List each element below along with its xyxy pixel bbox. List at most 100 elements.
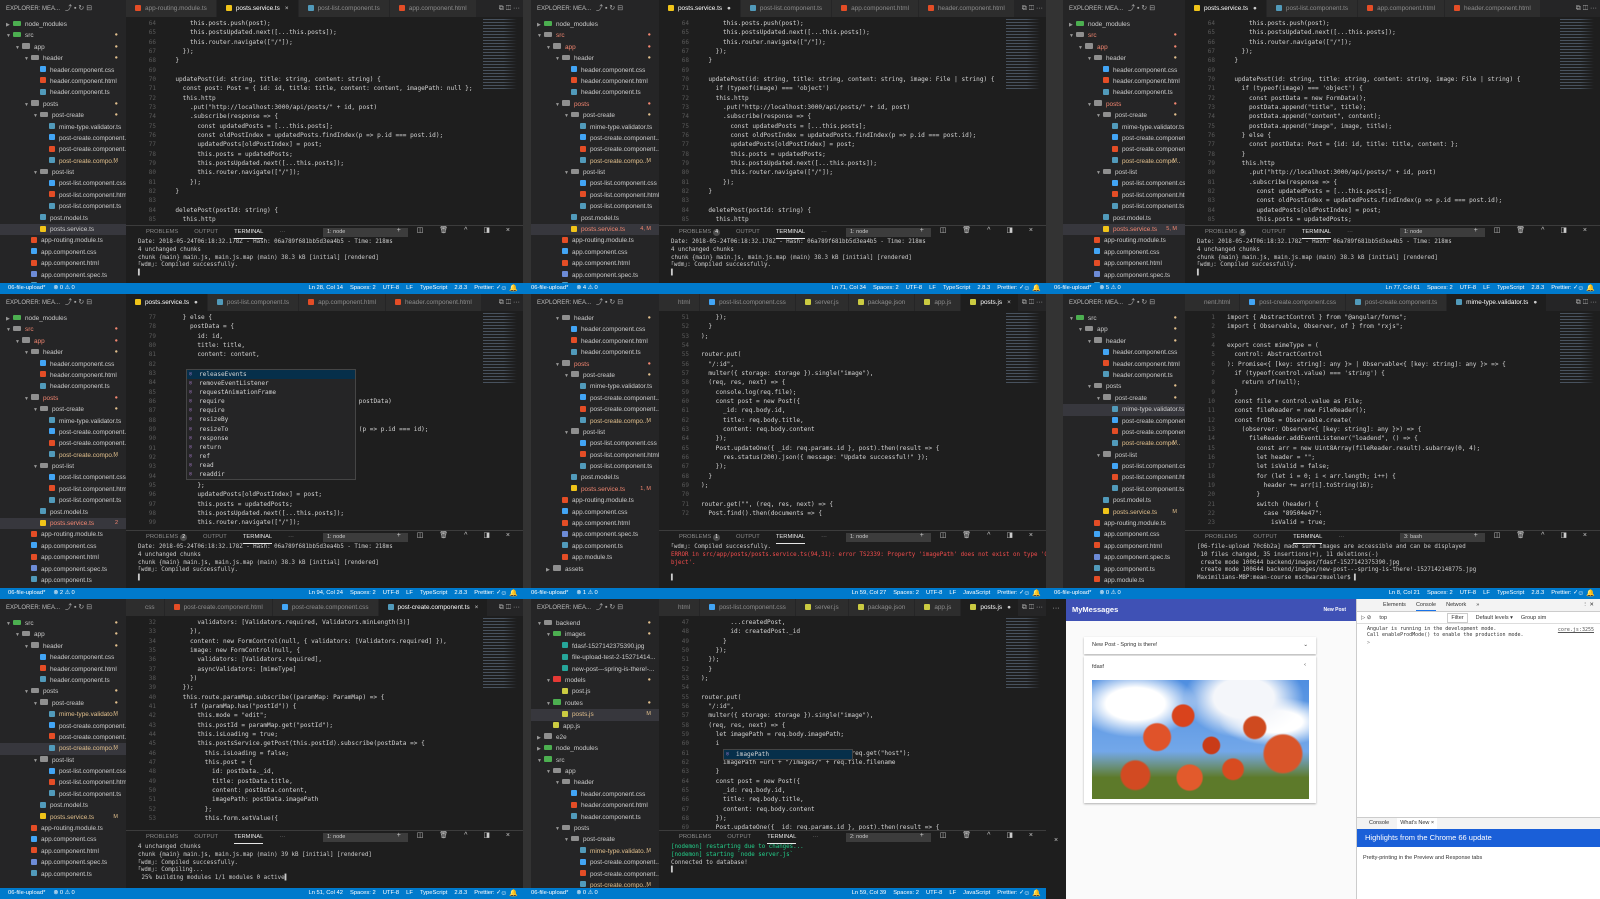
chevron-icon[interactable]: ▼ [1078,325,1085,335]
tree-file[interactable]: post-list.component.css [0,766,126,777]
tab-app-routing-module-ts[interactable]: app-routing.module.ts [126,0,217,17]
post-expansion-panel[interactable]: New Post - Spring is there! ⌄ [1084,637,1316,654]
code-line[interactable]: router.get("", (req, res, next) => { [701,500,833,509]
panel-tab-terminal[interactable]: TERMINAL [1293,531,1323,544]
tree-file[interactable]: post-list.component.html [1063,190,1185,201]
tab-elements[interactable]: Elements [1383,599,1406,611]
tree-folder[interactable]: ▼ header ● [531,53,659,64]
minimap[interactable] [1560,19,1594,89]
code-line[interactable]: .put("http://localhost:3000/api/posts/" … [701,103,910,112]
code-line[interactable]: }); [701,434,727,443]
code-line[interactable]: }); [701,47,727,56]
chevron-icon[interactable]: ▼ [564,111,571,121]
code-line[interactable]: updatePost(id: string, title: string, co… [701,75,994,84]
feedback-icon[interactable]: ☺ 🔔 [1023,588,1041,599]
code-line[interactable]: this.post = { [168,758,253,767]
chevron-icon[interactable]: ▼ [555,314,562,324]
terminal-select[interactable]: 1: node [846,228,931,237]
code-line[interactable]: asyncValidators: [mimeType] [168,665,296,674]
problems-indicator[interactable]: ⊗ 1 ⚠ 0 [576,590,597,596]
code-line[interactable]: } [168,56,179,65]
status-item[interactable]: Prettier: ✓ [474,890,501,896]
code-line[interactable]: _id: req.body.id, [701,786,785,795]
tab-post-list-component-css[interactable]: post-list.component.css [700,599,796,616]
minimap[interactable] [1006,19,1040,89]
status-item[interactable]: 2.8.3 [1531,590,1544,596]
tree-file[interactable]: posts.service.ts 1, M [531,484,659,495]
tree-file[interactable]: post.model.ts [1063,213,1185,224]
code-line[interactable]: ); [701,481,708,490]
code-line[interactable]: this.postsUpdated.next([...this.posts]); [168,159,344,168]
tree-folder[interactable]: ▼ posts ● [0,686,126,697]
tree-folder[interactable]: ▼ images ● [531,629,659,640]
tree-file[interactable]: mime-type.validator.ts [1063,404,1185,416]
suggestion-item[interactable]: require [187,406,355,415]
autocomplete-popup[interactable]: releaseEventsremoveEventListenerrequestA… [186,368,356,481]
panel-tab-problems[interactable]: PROBLEMS [146,831,178,844]
tree-file[interactable]: post-list.component.ts [531,201,659,212]
tab-css[interactable]: css [126,599,165,616]
status-item[interactable]: TypeScript [1497,590,1524,596]
code-line[interactable]: }); [168,178,201,187]
panel-tab-problems[interactable]: PROBLEMS [679,831,711,844]
tab-header-component-html[interactable]: header.component.html [919,0,1015,17]
panel-tab-more[interactable]: ··· [1347,226,1353,239]
suggestion-item[interactable]: requestAnimationFrame [187,388,355,397]
tree-file[interactable]: app.component.spec.ts [0,857,126,868]
panel-tab-terminal[interactable]: TERMINAL [1301,226,1332,239]
tree-file[interactable]: header.component.html [0,664,126,675]
code-line[interactable]: postData.append("content", content); [1227,112,1381,121]
code-line[interactable]: this.router.navigate(["/"]); [1227,38,1352,47]
chevron-icon[interactable]: ▼ [33,405,40,415]
tab-app-component-html[interactable]: app.component.html [299,294,386,311]
code-line[interactable]: } [701,187,712,196]
chevron-icon[interactable]: ▼ [33,111,40,121]
code-line[interactable]: } [168,187,179,196]
code-line[interactable]: import { Observable, Observer, of } from… [1227,322,1403,331]
chevron-icon[interactable]: ▼ [1069,31,1076,41]
tree-folder[interactable]: ▼ header [531,777,659,788]
problems-indicator[interactable]: ⊗ 0 ⚠ 0 [576,890,597,896]
tree-file[interactable]: post-create.component... [1063,427,1185,438]
code-line[interactable]: postData.append("image", image, title); [1227,122,1392,131]
code-line[interactable]: } else { [168,313,212,322]
code-line[interactable]: content: req.body.content [701,805,815,814]
clear-console-icon[interactable]: ▷ ⊘ [1361,612,1371,623]
tree-folder[interactable]: ▼ header ● [0,53,126,64]
tree-file[interactable]: post-list.component.ts [531,461,659,472]
code-line[interactable]: updatePost(id: string, title: string, co… [1227,75,1520,84]
tree-file[interactable]: post-list.component.html [531,190,659,201]
panel-tab-terminal[interactable]: TERMINAL [242,531,273,544]
code-line[interactable]: this.postsUpdated.next([...this.posts]); [701,159,877,168]
tree-file[interactable]: posts.js M [531,709,659,721]
panel-tab-output[interactable]: OUTPUT [1253,531,1277,544]
code-line[interactable]: this.http [168,215,216,224]
code-line[interactable]: this.postId = paramMap.get("postId"); [168,721,333,730]
tree-file[interactable]: app.component.ts [531,541,659,552]
code-line[interactable]: case "89504e47": [1227,509,1323,518]
tree-file[interactable]: app.component.spec.ts [531,270,659,281]
code-line[interactable]: }); [701,313,727,322]
tab-server-js[interactable]: server.js [795,294,849,311]
terminal-select[interactable]: 1: node [323,533,408,542]
code-line[interactable]: }), [168,627,201,636]
code-line[interactable]: updatedPosts[oldPostIndex] = post; [701,140,855,149]
tree-folder[interactable]: ▼ post-list [0,461,126,472]
code-line[interactable]: this.router.navigate(["/"]); [168,518,300,527]
code-line[interactable]: const post = new Post({ [701,777,800,786]
tree-folder[interactable]: ▼ src [531,755,659,766]
tree-folder[interactable]: ▼ posts [531,823,659,834]
problems-indicator[interactable]: ⊗ 0 ⚠ 0 [1099,590,1120,596]
tree-file[interactable]: post-list.component.html [0,777,126,788]
chevron-icon[interactable]: ▼ [564,428,571,438]
code-line[interactable]: return of(null); [1227,378,1301,387]
status-item[interactable]: JavaScript [963,890,990,896]
panel-tab-terminal[interactable]: TERMINAL [775,226,806,239]
code-line[interactable]: }; [168,481,204,490]
tab-console[interactable]: Console [1415,599,1437,611]
terminal-actions-icon[interactable]: + ◫ 🗑 ^ ◨ × [920,531,1040,539]
code-line[interactable]: updatedPosts[oldPostIndex] = post; [168,140,322,149]
status-item[interactable]: Spaces: 2 [873,285,899,291]
code-line[interactable]: }); [701,814,727,823]
code-line[interactable]: .subscribe(response => { [1227,178,1337,187]
